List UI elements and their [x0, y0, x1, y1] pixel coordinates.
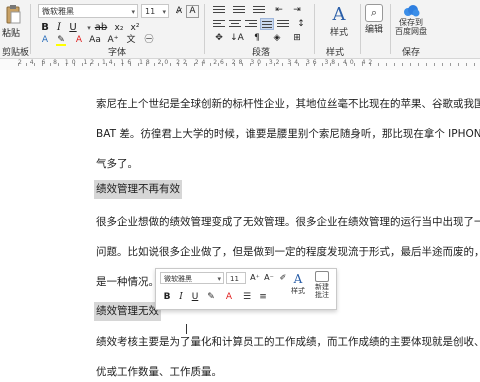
distributed-icon[interactable] — [276, 18, 290, 30]
borders-icon[interactable]: ⊞ — [290, 32, 304, 44]
paragraph-line: 气多了。 — [96, 158, 138, 170]
paragraph-line: 索尼在上个世纪是全球创新的标杆性企业，其地位丝毫不比现在的苹果、谷歌或我国 — [96, 98, 480, 110]
underline-icon[interactable]: U — [188, 291, 202, 303]
mini-font-size-select[interactable]: 11 — [226, 272, 246, 284]
group-labels: 剪贴板 字体 段落 样式 保存 — [0, 45, 480, 58]
editing-button[interactable]: ⌕ 编辑 — [362, 4, 386, 35]
save-label-line1: 保存到 — [399, 18, 423, 27]
bold-icon[interactable]: B — [160, 291, 174, 303]
underline-icon[interactable]: U — [66, 22, 80, 34]
ribbon: 粘贴 微软雅黑 ▾ 11 ▾ A̷ A B I U ▾ ab x₂ x² A ✎… — [0, 0, 480, 59]
show-marks-icon[interactable]: ¶ — [250, 32, 264, 44]
bullets-icon[interactable]: ☰ — [240, 291, 254, 303]
multilevel-list-icon[interactable] — [252, 4, 266, 16]
new-comment-label-line1: 新建 — [315, 283, 329, 291]
clipboard-group-label: 剪贴板 — [2, 48, 30, 58]
styles-group-label: 样式 — [326, 48, 345, 58]
paragraph-line: 问题。比如说很多企业做了，但是做到一定的程度发现流于形式，最后半途而废的， — [96, 246, 480, 258]
italic-icon[interactable]: I — [52, 22, 66, 34]
chevron-down-icon: ▾ — [131, 8, 135, 16]
section-heading: 绩效管理不再有效 — [94, 180, 182, 199]
italic-icon[interactable]: I — [174, 291, 188, 303]
chevron-down-icon: ▾ — [162, 8, 166, 16]
paragraph-line: 绩效考核主要是为了量化和计算员工的工作成绩，而工作成绩的主要体现就是创收、 — [96, 336, 480, 348]
new-comment-label-line2: 批注 — [315, 291, 329, 299]
chinese-layout-icon[interactable]: ✥ — [212, 32, 226, 44]
paragraph-group-label: 段落 — [252, 48, 271, 58]
paragraph-line: 很多企业想做的绩效管理变成了无效管理。很多企业在绩效管理的运行当中出现了一 — [96, 216, 480, 228]
paragraph-line: 优或工作数量、工作质量。 — [96, 366, 222, 378]
numbering-icon[interactable] — [232, 4, 246, 16]
clipboard-icon — [6, 5, 21, 24]
editing-label: 编辑 — [364, 25, 383, 35]
align-right-icon[interactable] — [244, 18, 258, 30]
paragraph-line: 是一种情况。 — [96, 276, 159, 288]
mini-font-name-select[interactable]: 微软雅黑 ▾ — [160, 272, 224, 284]
mini-styles-button[interactable]: A 样式 — [288, 272, 308, 296]
mini-styles-label: 样式 — [291, 287, 305, 295]
mini-toolbar: 微软雅黑 ▾ 11 A⁺ A⁻ ✐ B I U ✎ A ☰ ≡ A 样式 新建 … — [155, 268, 337, 310]
ruler-numbers: 2 4 6 8 10 12 14 16 18 20 22 24 26 28 30… — [18, 59, 376, 66]
increase-indent-icon[interactable]: ⇥ — [290, 4, 304, 16]
font-name-select[interactable]: 微软雅黑 ▾ — [38, 4, 138, 18]
clear-format-icon[interactable]: A̷ — [172, 5, 186, 17]
chevron-down-icon: ▾ — [217, 275, 221, 283]
align-left-icon[interactable] — [212, 18, 226, 30]
highlight-icon[interactable]: ✎ — [204, 291, 218, 303]
font-size-value: 11 — [145, 7, 156, 16]
comment-icon — [315, 271, 329, 282]
strikethrough-icon[interactable]: ab — [94, 22, 108, 34]
font-name-value: 微软雅黑 — [42, 7, 74, 16]
document-page[interactable]: 索尼在上个世纪是全球创新的标杆性企业，其地位丝毫不比现在的苹果、谷歌或我国 BA… — [0, 70, 480, 382]
bold-icon[interactable]: B — [38, 22, 52, 34]
grow-font-icon[interactable]: A⁺ — [248, 272, 262, 284]
styles-label: 样式 — [329, 28, 348, 38]
save-label-line2: 百度网盘 — [395, 27, 427, 36]
styles-icon: A — [293, 272, 303, 286]
subscript-icon[interactable]: x₂ — [112, 22, 126, 34]
numbering-icon[interactable]: ≡ — [256, 291, 270, 303]
shrink-font-icon[interactable]: A⁻ — [262, 272, 276, 284]
new-comment-button[interactable]: 新建 批注 — [310, 271, 334, 299]
text-cursor — [186, 324, 187, 334]
decrease-indent-icon[interactable]: ⇤ — [272, 4, 286, 16]
char-border-icon[interactable]: A — [186, 5, 199, 18]
paste-label: 粘贴 — [2, 29, 21, 39]
paste-button[interactable]: 粘贴 — [0, 2, 26, 44]
paragraph-line: BAT 差。彷徨君上大学的时候，谁要是腰里别个索尼随身听，那比现在拿个 IPHO… — [96, 128, 480, 140]
styles-button[interactable]: A 样式 — [322, 4, 356, 38]
align-center-icon[interactable] — [228, 18, 242, 30]
font-group-label: 字体 — [108, 48, 127, 58]
save-group-label: 保存 — [402, 48, 421, 58]
superscript-icon[interactable]: x² — [128, 22, 142, 34]
line-spacing-icon[interactable]: ↕ — [294, 18, 308, 30]
justify-icon[interactable] — [260, 18, 274, 30]
font-size-select[interactable]: 11 ▾ — [141, 4, 169, 18]
bullets-icon[interactable] — [212, 4, 226, 16]
font-color-icon[interactable]: A — [222, 291, 236, 303]
shading-icon[interactable]: ◈ — [270, 32, 284, 44]
search-icon: ⌕ — [365, 4, 383, 22]
mini-font-size-value: 11 — [230, 275, 239, 283]
section-heading: 绩效管理无效 — [94, 302, 161, 321]
styles-icon: A — [332, 4, 346, 25]
sort-icon[interactable]: ↓A — [230, 32, 244, 44]
save-to-baidu-button[interactable]: 保存到 百度网盘 — [394, 4, 428, 36]
mini-font-name-value: 微软雅黑 — [164, 275, 192, 283]
cloud-icon — [404, 5, 420, 17]
